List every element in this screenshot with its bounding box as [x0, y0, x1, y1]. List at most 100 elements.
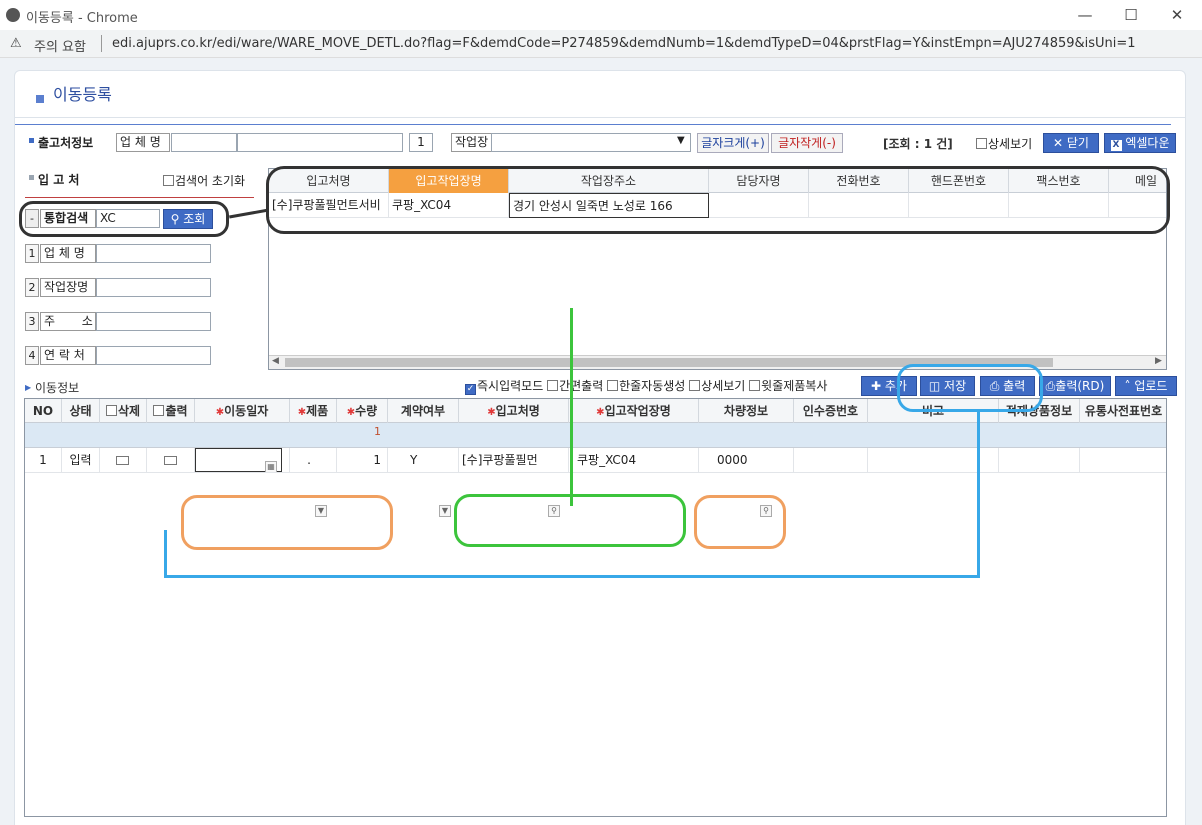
save-button[interactable]: ◫ 저장 — [920, 376, 975, 396]
checkbox-icon[interactable] — [163, 456, 177, 465]
cell-mail[interactable] — [1109, 193, 1166, 217]
cell-receiver[interactable]: [수]쿠팡풀필먼 — [459, 448, 569, 472]
cell-print[interactable] — [147, 448, 195, 472]
checkbox-icon[interactable] — [153, 405, 165, 416]
url-text[interactable]: edi.ajuprs.co.kr/edi/ware/WARE_MOVE_DETL… — [112, 36, 1136, 51]
address-bar[interactable]: ⚠ 주의 요함 edi.ajuprs.co.kr/edi/ware/WARE_M… — [0, 30, 1202, 58]
contact-field[interactable] — [96, 346, 211, 365]
checkbox-icon[interactable] — [976, 138, 987, 149]
cell-vehicle[interactable]: 0000 — [699, 448, 794, 472]
cell-product[interactable]: . — [290, 448, 337, 472]
col-header-print[interactable]: 출력 — [147, 399, 195, 423]
table-row[interactable]: [수]쿠팡풀필먼트서비 쿠팡_XC04 경기 안성시 일죽면 노성로 166 — [269, 193, 1166, 218]
chevron-down-icon[interactable]: ▼ — [677, 135, 685, 146]
col-header[interactable]: 메일 — [1109, 169, 1166, 193]
cell-manager[interactable] — [709, 193, 809, 217]
cell-workplace-name[interactable]: 쿠팡_XC04 — [389, 193, 509, 217]
cell-receipt[interactable] — [794, 448, 868, 472]
font-bigger-button[interactable]: 글자크게(+) — [697, 133, 769, 153]
col-header[interactable]: 입고처명 — [269, 169, 389, 193]
instant-input-checkbox[interactable]: ✓ 즉시입력모드 — [465, 379, 543, 395]
workplace-select[interactable] — [491, 133, 691, 152]
cell-workplace[interactable]: 쿠팡_XC04 — [569, 448, 699, 472]
chrome-icon — [6, 8, 20, 22]
col-header-qty[interactable]: ✱수량 — [337, 399, 388, 423]
checkbox-icon[interactable] — [689, 380, 701, 391]
upload-button[interactable]: ˄ 업로드 — [1115, 376, 1177, 396]
col-header[interactable]: 전화번호 — [809, 169, 909, 193]
cell-delete[interactable] — [100, 448, 147, 472]
contract-dropdown-icon[interactable]: ▼ — [439, 503, 451, 517]
col-header[interactable]: 상태 — [62, 399, 100, 423]
cell-fax[interactable] — [1009, 193, 1109, 217]
col-header[interactable]: 작업장주소 — [509, 169, 709, 193]
receiver-search-icon[interactable]: ⚲ — [548, 503, 560, 517]
detail-checkbox[interactable]: 상세보기 — [689, 379, 745, 393]
col-header[interactable]: 팩스번호 — [1009, 169, 1109, 193]
auto-row-checkbox[interactable]: 한줄자동생성 — [607, 379, 685, 393]
scroll-thumb[interactable] — [285, 358, 1053, 367]
col-header-active[interactable]: 입고작업장명 — [389, 169, 509, 193]
cell-mobile[interactable] — [909, 193, 1009, 217]
excel-download-button[interactable]: X 엑셀다운 — [1104, 133, 1176, 153]
cell-date[interactable]: ▦ — [195, 448, 290, 472]
company-name-field[interactable] — [96, 244, 211, 263]
cell-load-info[interactable] — [999, 448, 1080, 472]
cell-slip-no[interactable] — [1080, 448, 1166, 472]
col-header-receiver[interactable]: ✱입고처명 — [459, 399, 569, 423]
horizontal-scrollbar[interactable]: ◀ ▶ — [269, 355, 1166, 369]
reset-search-checkbox[interactable]: 검색어 초기화 — [163, 172, 245, 189]
checked-icon[interactable]: ✓ — [465, 384, 476, 395]
cell-receiver-name[interactable]: [수]쿠팡풀필먼트서비 — [269, 193, 389, 217]
col-header[interactable]: 인수증번호 — [794, 399, 868, 423]
calendar-icon[interactable]: ▦ — [265, 454, 277, 472]
checkbox-icon[interactable] — [547, 380, 559, 391]
vehicle-search-icon[interactable]: ⚲ — [760, 503, 772, 517]
col-header[interactable]: 차량정보 — [699, 399, 794, 423]
collapse-toggle[interactable]: - — [25, 209, 39, 228]
cell-qty[interactable]: 1 — [337, 448, 388, 472]
checkbox-icon[interactable] — [116, 456, 129, 465]
checkbox-icon[interactable] — [163, 175, 174, 186]
col-header-delete[interactable]: 삭제 — [100, 399, 147, 423]
page-header: 이동등록 — [14, 70, 1186, 118]
close-button[interactable]: ✕ 닫기 — [1043, 133, 1099, 153]
col-header[interactable]: 핸드폰번호 — [909, 169, 1009, 193]
col-header[interactable]: 적재상품정보 — [999, 399, 1080, 423]
simple-print-checkbox[interactable]: 간편출력 — [547, 379, 603, 393]
maximize-icon[interactable]: ☐ — [1116, 4, 1146, 26]
company-code-input[interactable] — [171, 133, 237, 152]
col-header[interactable]: 담당자명 — [709, 169, 809, 193]
checkbox-icon[interactable] — [105, 405, 117, 416]
col-header-workplace[interactable]: ✱입고작업장명 — [569, 399, 699, 423]
product-dropdown-icon[interactable]: ▼ — [315, 503, 327, 517]
col-header[interactable]: NO — [25, 399, 62, 423]
checkbox-icon[interactable] — [607, 380, 619, 391]
company-name-input[interactable] — [237, 133, 403, 152]
checkbox-icon[interactable] — [749, 380, 761, 391]
table-row[interactable]: 1 입력 ▦ . ▼ 1 Y ▼ [수]쿠팡풀필먼 ⚲ 쿠팡_XC04 0000… — [25, 448, 1166, 517]
add-button[interactable]: ✚ 추가 — [861, 376, 917, 396]
cell-contract[interactable]: Y — [388, 448, 459, 472]
col-header[interactable]: 계약여부 — [388, 399, 459, 423]
seq-input[interactable]: 1 — [409, 133, 433, 152]
col-header-product[interactable]: ✱제품 — [290, 399, 337, 423]
col-header[interactable]: 유통사전표번호 — [1080, 399, 1166, 423]
close-window-icon[interactable]: ✕ — [1162, 4, 1192, 26]
print-button[interactable]: ⎙ 출력 — [980, 376, 1035, 396]
minimize-icon[interactable]: — — [1070, 4, 1100, 26]
detail-view-checkbox[interactable]: 상세보기 — [976, 135, 1032, 152]
cell-phone[interactable] — [809, 193, 909, 217]
move-options: ✓ 즉시입력모드 간편출력 한줄자동생성 상세보기 윗줄제품복사 — [465, 377, 827, 395]
address-field[interactable] — [96, 312, 211, 331]
copy-product-checkbox[interactable]: 윗줄제품복사 — [749, 379, 827, 393]
cell-address[interactable]: 경기 안성시 일죽면 노성로 166 — [509, 193, 709, 218]
scroll-left-icon[interactable]: ◀ — [272, 356, 279, 366]
search-button[interactable]: ⚲ 조회 — [163, 209, 213, 229]
integrated-search-input[interactable]: XC — [96, 209, 160, 228]
workplace-name-field[interactable] — [96, 278, 211, 297]
col-header-date[interactable]: ✱이동일자 — [195, 399, 290, 423]
scroll-right-icon[interactable]: ▶ — [1155, 356, 1162, 366]
font-smaller-button[interactable]: 글자작게(-) — [771, 133, 843, 153]
print-rd-button[interactable]: ⎙출력(RD) — [1039, 376, 1111, 396]
